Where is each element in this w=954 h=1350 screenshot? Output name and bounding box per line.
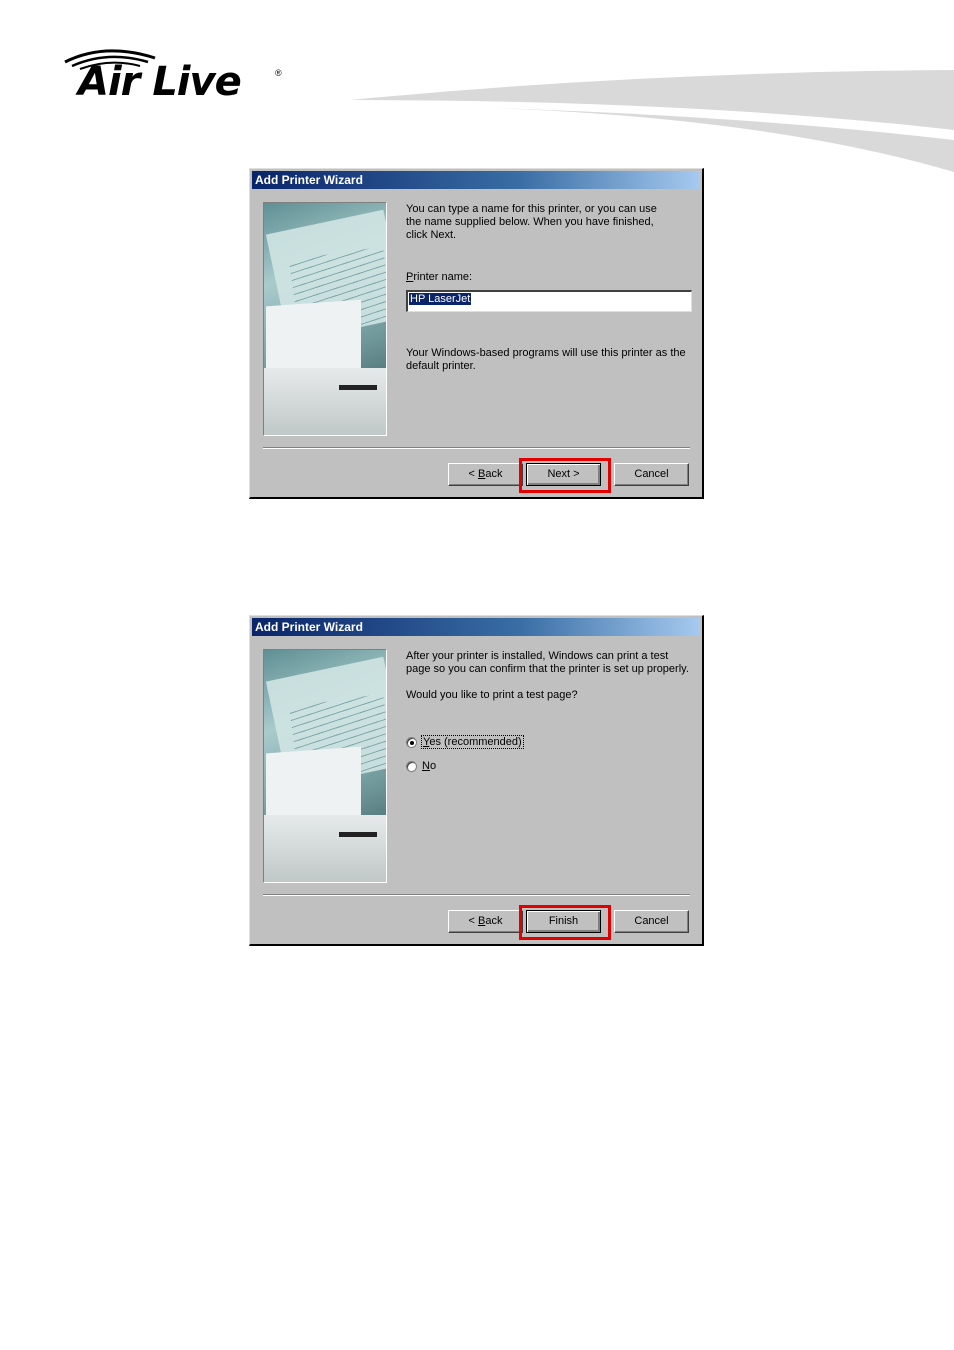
printer-name-input[interactable]: HP LaserJet <box>406 290 692 312</box>
next-highlight-box <box>519 458 611 493</box>
dialog-title: Add Printer Wizard <box>252 618 700 636</box>
cancel-button[interactable]: Cancel <box>614 910 689 933</box>
printer-name-value: HP LaserJet <box>409 293 472 305</box>
logo-text: Air Live <box>78 59 242 105</box>
back-button[interactable]: < Back <box>448 910 523 933</box>
add-printer-wizard-dialog-test-page: Add Printer Wizard After your printer is… <box>249 615 704 946</box>
cancel-button[interactable]: Cancel <box>614 463 689 486</box>
intro-text: After your printer is installed, Windows… <box>406 650 689 675</box>
printer-illustration <box>263 202 387 436</box>
header-swoosh-decoration <box>350 70 954 172</box>
intro-text: You can type a name for this printer, or… <box>406 203 657 241</box>
test-page-question: Would you like to print a test page? <box>406 689 578 701</box>
radio-button[interactable] <box>406 760 417 772</box>
radio-yes-recommended[interactable]: Yes (recommended) <box>406 735 524 749</box>
airlive-logo: Air Live ® <box>60 40 300 110</box>
default-printer-note: Your Windows-based programs will use thi… <box>406 347 686 372</box>
divider <box>263 894 690 896</box>
back-button[interactable]: < Back <box>448 463 523 486</box>
printer-illustration <box>263 649 387 883</box>
printer-name-label: Printer name: <box>406 271 473 283</box>
registered-mark: ® <box>275 68 282 78</box>
radio-no[interactable]: No <box>406 760 436 772</box>
add-printer-wizard-dialog-name: Add Printer Wizard You can type a name f… <box>249 168 704 499</box>
dialog-title: Add Printer Wizard <box>252 171 700 189</box>
finish-highlight-box <box>519 905 611 940</box>
radio-button-selected[interactable] <box>406 736 417 748</box>
radio-label-no: No <box>422 760 437 772</box>
radio-label-yes: Yes (recommended) <box>421 735 524 749</box>
divider <box>263 447 690 449</box>
